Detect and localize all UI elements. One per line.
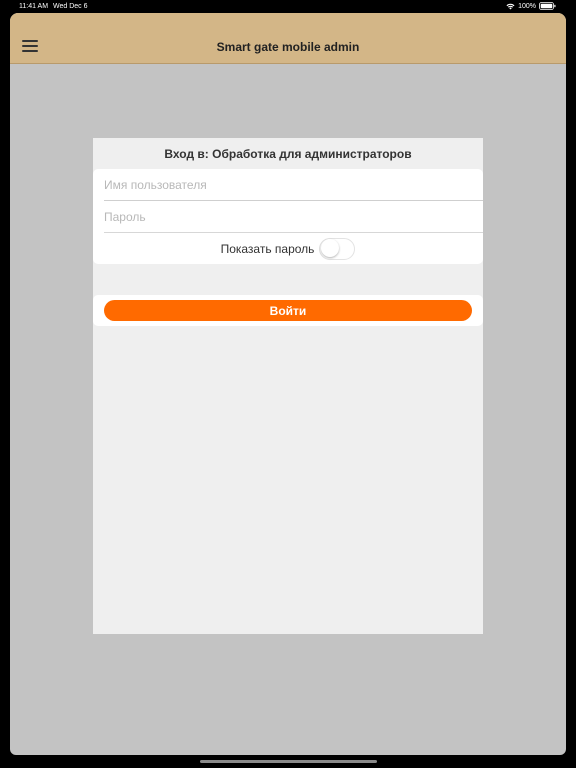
password-field-row — [104, 201, 483, 233]
status-time: 11:41 AM — [19, 3, 49, 10]
login-button[interactable]: Войти — [104, 300, 472, 321]
status-date: Wed Dec 6 — [53, 3, 88, 10]
login-form: Показать пароль — [93, 169, 483, 264]
status-indicators: 100% — [506, 2, 556, 10]
password-input[interactable] — [104, 209, 474, 224]
toggle-knob — [320, 239, 339, 257]
app-title: Smart gate mobile admin — [216, 40, 360, 54]
home-indicator — [200, 760, 377, 763]
app-header: Smart gate mobile admin — [10, 13, 566, 64]
show-password-label: Показать пароль — [220, 241, 315, 256]
login-panel: Вход в: Обработка для администраторов По… — [93, 138, 483, 634]
username-field-row — [104, 169, 483, 201]
status-bar: 11:41 AM Wed Dec 6 100% — [0, 0, 576, 14]
wifi-icon — [506, 3, 515, 10]
show-password-row: Показать пароль — [93, 233, 483, 264]
username-input[interactable] — [104, 177, 474, 192]
login-button-container: Войти — [93, 295, 483, 326]
show-password-toggle[interactable] — [319, 237, 356, 260]
login-title: Вход в: Обработка для администраторов — [164, 147, 412, 161]
battery-percent: 100% — [518, 2, 536, 10]
app-screen: Smart gate mobile admin Вход в: Обработк… — [10, 13, 566, 755]
battery-icon — [539, 2, 556, 10]
